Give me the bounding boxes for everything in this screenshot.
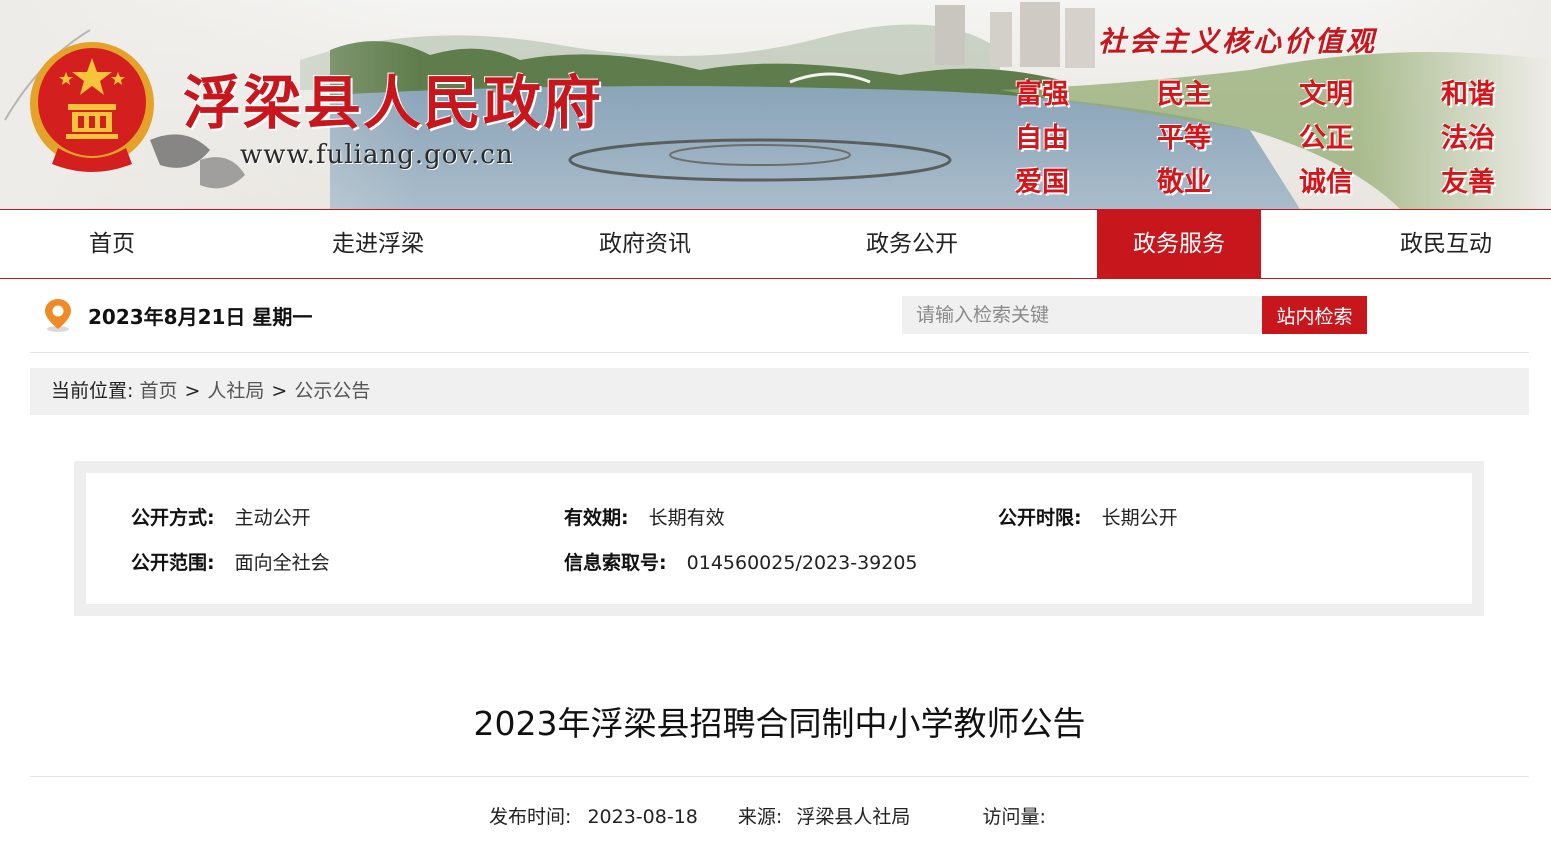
core-value: 自由 bbox=[1015, 123, 1069, 154]
title-divider bbox=[30, 776, 1529, 777]
core-value: 平等 bbox=[1157, 123, 1211, 154]
core-value: 文明 bbox=[1299, 79, 1353, 110]
main-nav: 首页 走进浮梁 政府资讯 政务公开 政务服务 政民互动 bbox=[0, 209, 1551, 279]
current-date: 2023年8月21日 星期一 bbox=[88, 305, 313, 329]
disclosure-info-panel: 公开方式: 主动公开 有效期: 长期有效 公开时限: 长期公开 公开范围: 面向… bbox=[86, 473, 1472, 604]
nav-item-home[interactable]: 首页 bbox=[30, 210, 194, 278]
disclosure-scope: 公开范围: 面向全社会 bbox=[131, 550, 330, 576]
breadcrumb-separator: > bbox=[271, 380, 288, 402]
core-value: 敬业 bbox=[1157, 167, 1211, 198]
disclosure-period-value: 长期公开 bbox=[1101, 507, 1178, 529]
source-label: 来源: bbox=[737, 806, 783, 828]
core-value: 公正 bbox=[1299, 123, 1353, 154]
core-value: 法治 bbox=[1441, 123, 1495, 154]
validity-value: 长期有效 bbox=[648, 507, 725, 529]
site-search-button[interactable]: 站内检索 bbox=[1262, 296, 1367, 334]
article-title: 2023年浮梁县招聘合同制中小学教师公告 bbox=[473, 704, 1086, 743]
disclosure-scope-label: 公开范围: bbox=[131, 552, 215, 574]
core-value: 民主 bbox=[1157, 79, 1211, 110]
disclosure-method-value: 主动公开 bbox=[234, 507, 311, 529]
index-number: 信息索取号: 014560025/2023-39205 bbox=[564, 550, 918, 576]
nav-item-public-interaction[interactable]: 政民互动 bbox=[1364, 210, 1528, 278]
publish-date: 2023-08-18 bbox=[587, 806, 698, 828]
index-number-value: 014560025/2023-39205 bbox=[686, 552, 918, 574]
core-value: 富强 bbox=[1015, 79, 1069, 110]
search-input[interactable] bbox=[902, 296, 1262, 334]
validity: 有效期: 长期有效 bbox=[564, 505, 725, 531]
view-count-label: 访问量: bbox=[982, 806, 1046, 828]
breadcrumb-hr-bureau[interactable]: 人社局 bbox=[207, 380, 264, 402]
disclosure-info-box: 公开方式: 主动公开 有效期: 长期有效 公开时限: 长期公开 公开范围: 面向… bbox=[74, 461, 1484, 616]
validity-label: 有效期: bbox=[564, 507, 629, 529]
core-value: 友善 bbox=[1441, 167, 1495, 198]
core-value: 诚信 bbox=[1299, 167, 1353, 198]
disclosure-scope-value: 面向全社会 bbox=[234, 552, 330, 574]
info-bar: 2023年8月21日 星期一 站内检索 bbox=[30, 279, 1529, 353]
core-values-grid: 富强 民主 文明 和谐 自由 平等 公正 法治 爱国 敬业 诚信 友善 bbox=[1015, 76, 1535, 202]
article-meta: 发布时间: 2023-08-18 来源: 浮梁县人社局 访问量: bbox=[489, 802, 1046, 829]
publish-time-label: 发布时间: bbox=[489, 806, 572, 828]
national-emblem-icon bbox=[30, 42, 154, 172]
nav-item-gov-services[interactable]: 政务服务 bbox=[1097, 210, 1261, 278]
core-value: 和谐 bbox=[1441, 79, 1495, 110]
breadcrumb-label: 当前位置: bbox=[51, 380, 134, 402]
disclosure-period: 公开时限: 长期公开 bbox=[998, 505, 1178, 531]
breadcrumb: 当前位置: 首页 > 人社局 > 公示公告 bbox=[30, 368, 1529, 415]
source-value: 浮梁县人社局 bbox=[796, 806, 911, 828]
breadcrumb-announcements[interactable]: 公示公告 bbox=[294, 380, 370, 402]
nav-item-gov-affairs-disclosure[interactable]: 政务公开 bbox=[830, 210, 994, 278]
disclosure-method: 公开方式: 主动公开 bbox=[131, 505, 311, 531]
nav-item-gov-news[interactable]: 政府资讯 bbox=[563, 210, 727, 278]
index-number-label: 信息索取号: bbox=[564, 552, 667, 574]
disclosure-method-label: 公开方式: bbox=[131, 507, 215, 529]
breadcrumb-separator: > bbox=[184, 380, 201, 402]
breadcrumb-home[interactable]: 首页 bbox=[139, 380, 177, 402]
location-pin-icon bbox=[45, 299, 71, 332]
site-url: www.fuliang.gov.cn bbox=[240, 140, 514, 170]
core-value: 爱国 bbox=[1015, 167, 1069, 198]
site-banner: 浮梁县人民政府 www.fuliang.gov.cn 社会主义核心价值观 富强 … bbox=[0, 0, 1551, 209]
site-name: 浮梁县人民政府 bbox=[183, 69, 604, 137]
disclosure-period-label: 公开时限: bbox=[998, 507, 1082, 529]
nav-item-about-fuliang[interactable]: 走进浮梁 bbox=[296, 210, 460, 278]
core-values-title: 社会主义核心价值观 bbox=[1098, 25, 1378, 58]
